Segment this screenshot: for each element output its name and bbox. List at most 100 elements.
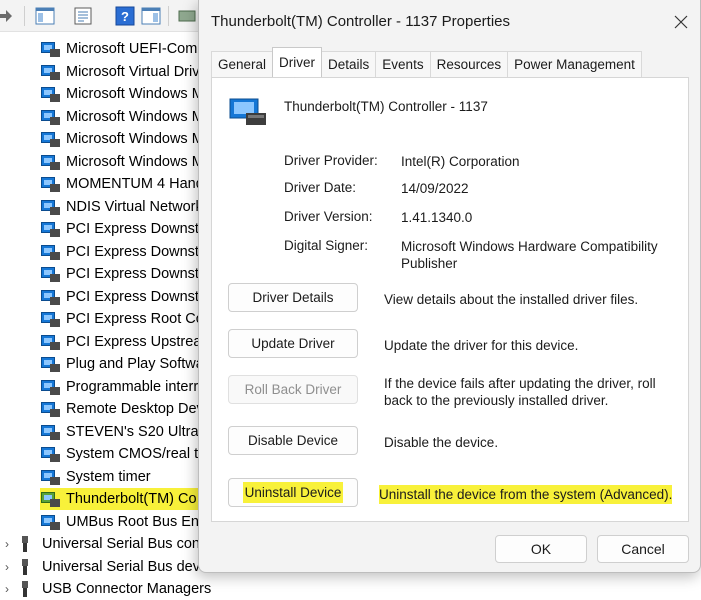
tree-item-label: PCI Express Downstre: [66, 244, 212, 260]
chevron-right-icon[interactable]: ›: [0, 560, 14, 574]
tree-item-selected[interactable]: Thunderbolt(TM) Co: [40, 488, 200, 510]
uninstall-device-button[interactable]: Uninstall Device: [228, 478, 358, 507]
tree-item-label: System timer: [66, 469, 151, 485]
ok-button[interactable]: OK: [495, 535, 587, 563]
tree-item[interactable]: Microsoft Virtual Driv: [40, 61, 199, 83]
roll-back-driver-description: If the device fails after updating the d…: [384, 376, 656, 408]
svg-text:?: ?: [121, 9, 129, 24]
tree-item[interactable]: PCI Express Downstre: [40, 241, 212, 263]
properties-icon[interactable]: [72, 5, 94, 27]
tree-item[interactable]: Microsoft Windows M: [40, 151, 204, 173]
device-icon: [40, 176, 60, 192]
device-icon: [40, 446, 60, 462]
tree-category[interactable]: › Universal Serial Bus devices: [0, 556, 226, 578]
driver-provider-value: Intel(R) Corporation: [401, 154, 520, 169]
tree-item[interactable]: Microsoft Windows M: [40, 83, 204, 105]
tree-item-label: PCI Express Root Con: [66, 311, 212, 327]
device-icon: [40, 131, 60, 147]
tree-item-label: Thunderbolt(TM) Co: [66, 491, 197, 507]
device-icon: [40, 244, 60, 260]
tree-item[interactable]: STEVEN's S20 Ultra H: [40, 421, 213, 443]
tab-general[interactable]: General: [211, 51, 274, 77]
device-icon: [40, 491, 60, 507]
tree-category[interactable]: › Universal Serial Bus cont: [0, 533, 204, 555]
device-icon: [40, 86, 60, 102]
tree-item-label: STEVEN's S20 Ultra H: [66, 424, 214, 440]
device-name: Thunderbolt(TM) Controller - 1137: [284, 99, 488, 114]
tree-item-label: Microsoft Windows M: [66, 131, 204, 147]
device-icon: [40, 379, 60, 395]
device-icon: [40, 289, 60, 305]
tree-item[interactable]: Microsoft Windows M: [40, 106, 204, 128]
tree-item[interactable]: Programmable interr: [40, 376, 198, 398]
tree-item-label: PCI Express Downstre: [66, 221, 212, 237]
device-icon: [40, 424, 60, 440]
tree-item[interactable]: NDIS Virtual Network: [40, 196, 203, 218]
tree-item[interactable]: Remote Desktop Dev: [40, 398, 204, 420]
digital-signer-label: Digital Signer:: [284, 238, 369, 253]
chevron-right-icon[interactable]: ›: [0, 582, 14, 596]
scan-hardware-icon[interactable]: [176, 5, 198, 27]
tree-item[interactable]: MOMENTUM 4 Hand: [40, 173, 204, 195]
uninstall-device-label: Uninstall Device: [242, 482, 344, 503]
tab-details[interactable]: Details: [321, 51, 377, 77]
tree-item[interactable]: PCI Express Downstre: [40, 263, 212, 285]
show-hide-console-tree-icon[interactable]: [34, 5, 56, 27]
close-button[interactable]: [670, 11, 692, 33]
help-icon[interactable]: ?: [114, 5, 136, 27]
tree-item[interactable]: PCI Express Downstre: [40, 218, 212, 240]
tree-item-label: UMBus Root Bus Enu: [66, 514, 208, 530]
disable-device-description: Disable the device.: [384, 435, 499, 450]
driver-date-value: 14/09/2022: [401, 181, 469, 196]
tree-item[interactable]: PCI Express Downstre: [40, 286, 212, 308]
tab-power-management[interactable]: Power Management: [507, 51, 642, 77]
tree-category-label: USB Connector Managers: [42, 581, 212, 597]
tab-events[interactable]: Events: [375, 51, 431, 77]
tree-item-label: Microsoft Windows M: [66, 154, 204, 170]
tree-item[interactable]: System CMOS/real ti: [40, 443, 201, 465]
driver-details-button[interactable]: Driver Details: [228, 283, 358, 312]
device-icon: [40, 514, 60, 530]
digital-signer-value: Microsoft Windows Hardware Compatibility…: [401, 239, 658, 271]
toolbar-separator: [168, 6, 169, 26]
driver-tab-panel: Thunderbolt(TM) Controller - 1137 Driver…: [211, 77, 689, 522]
tree-item[interactable]: UMBus Root Bus Enu: [40, 511, 207, 533]
tree-item[interactable]: PCI Express Upstream: [40, 331, 213, 353]
dialog-titlebar[interactable]: Thunderbolt(TM) Controller - 1137 Proper…: [199, 0, 701, 44]
disable-device-button[interactable]: Disable Device: [228, 426, 358, 455]
device-icon: [40, 199, 60, 215]
forward-arrow-icon[interactable]: [0, 5, 16, 27]
tree-item[interactable]: PCI Express Root Con: [40, 308, 212, 330]
device-icon: [40, 401, 60, 417]
device-icon: [40, 311, 60, 327]
cancel-button[interactable]: Cancel: [597, 535, 689, 563]
tree-category-label: Universal Serial Bus cont: [42, 536, 204, 552]
action-pane-icon[interactable]: [140, 5, 162, 27]
device-icon: [40, 41, 60, 57]
tree-item[interactable]: Microsoft UEFI-Comp: [40, 38, 205, 60]
tree-item[interactable]: Plug and Play Softwa: [40, 353, 204, 375]
device-icon: [40, 221, 60, 237]
tab-resources[interactable]: Resources: [429, 51, 509, 77]
uninstall-device-description: Uninstall the device from the system (Ad…: [379, 485, 679, 504]
tree-item-label: Remote Desktop Dev: [66, 401, 204, 417]
device-icon: [40, 154, 60, 170]
tab-driver[interactable]: Driver: [272, 47, 323, 77]
tree-item[interactable]: System timer: [40, 466, 151, 488]
tree-item-label: Microsoft Virtual Driv: [66, 64, 200, 80]
properties-dialog: Thunderbolt(TM) Controller - 1137 Proper…: [198, 0, 701, 573]
tree-item[interactable]: Microsoft Windows M: [40, 128, 204, 150]
tree-item-label: Microsoft Windows M: [66, 109, 204, 125]
close-icon: [674, 15, 688, 29]
chevron-right-icon[interactable]: ›: [0, 537, 14, 551]
driver-version-label: Driver Version:: [284, 209, 373, 224]
driver-date-label: Driver Date:: [284, 180, 357, 195]
device-icon: [228, 97, 268, 127]
tree-item-label: PCI Express Downstre: [66, 266, 212, 282]
toolbar-separator: [24, 6, 25, 26]
tree-item-label: PCI Express Upstream: [66, 334, 214, 350]
driver-provider-label: Driver Provider:: [284, 153, 378, 168]
update-driver-button[interactable]: Update Driver: [228, 329, 358, 358]
usb-icon: [20, 559, 30, 575]
roll-back-driver-button[interactable]: Roll Back Driver: [228, 375, 358, 404]
